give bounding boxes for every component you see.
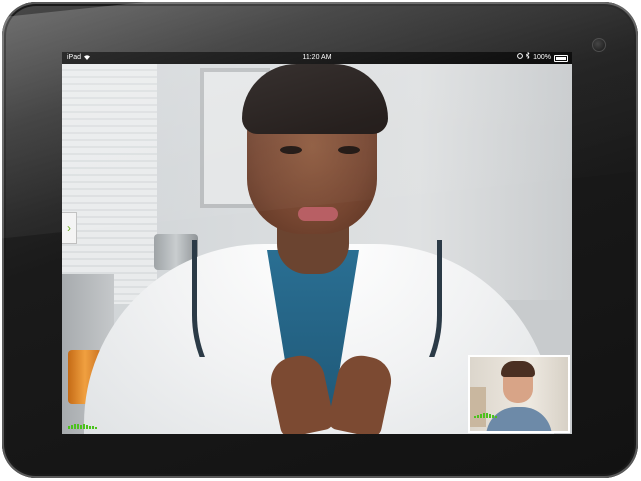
battery-percent: 100%: [533, 54, 551, 61]
battery-icon: [554, 54, 568, 62]
bluetooth-icon: [525, 52, 530, 64]
self-view-background: [470, 387, 486, 427]
doctor-hair: [242, 64, 388, 134]
window-blinds: [62, 64, 157, 304]
self-view-hair: [501, 361, 535, 377]
chevron-right-icon: ›: [67, 221, 71, 235]
doctor-eye-right: [338, 146, 360, 154]
status-bar: iPad 11:20 AM 100%: [62, 52, 572, 64]
self-view-video[interactable]: [468, 355, 570, 433]
doctor-mouth: [298, 207, 338, 221]
remote-audio-level-icon: [68, 424, 97, 429]
front-camera: [592, 38, 606, 52]
self-view-shirt: [486, 407, 552, 431]
local-audio-level-icon: [474, 413, 497, 418]
clock: 11:20 AM: [302, 54, 332, 61]
sidebar-toggle-button[interactable]: ›: [62, 212, 77, 244]
status-right: 100%: [517, 52, 568, 64]
lock-rotation-icon: [517, 52, 523, 64]
screen: iPad 11:20 AM 100% ›: [62, 52, 572, 434]
doctor-eye-left: [280, 146, 302, 154]
